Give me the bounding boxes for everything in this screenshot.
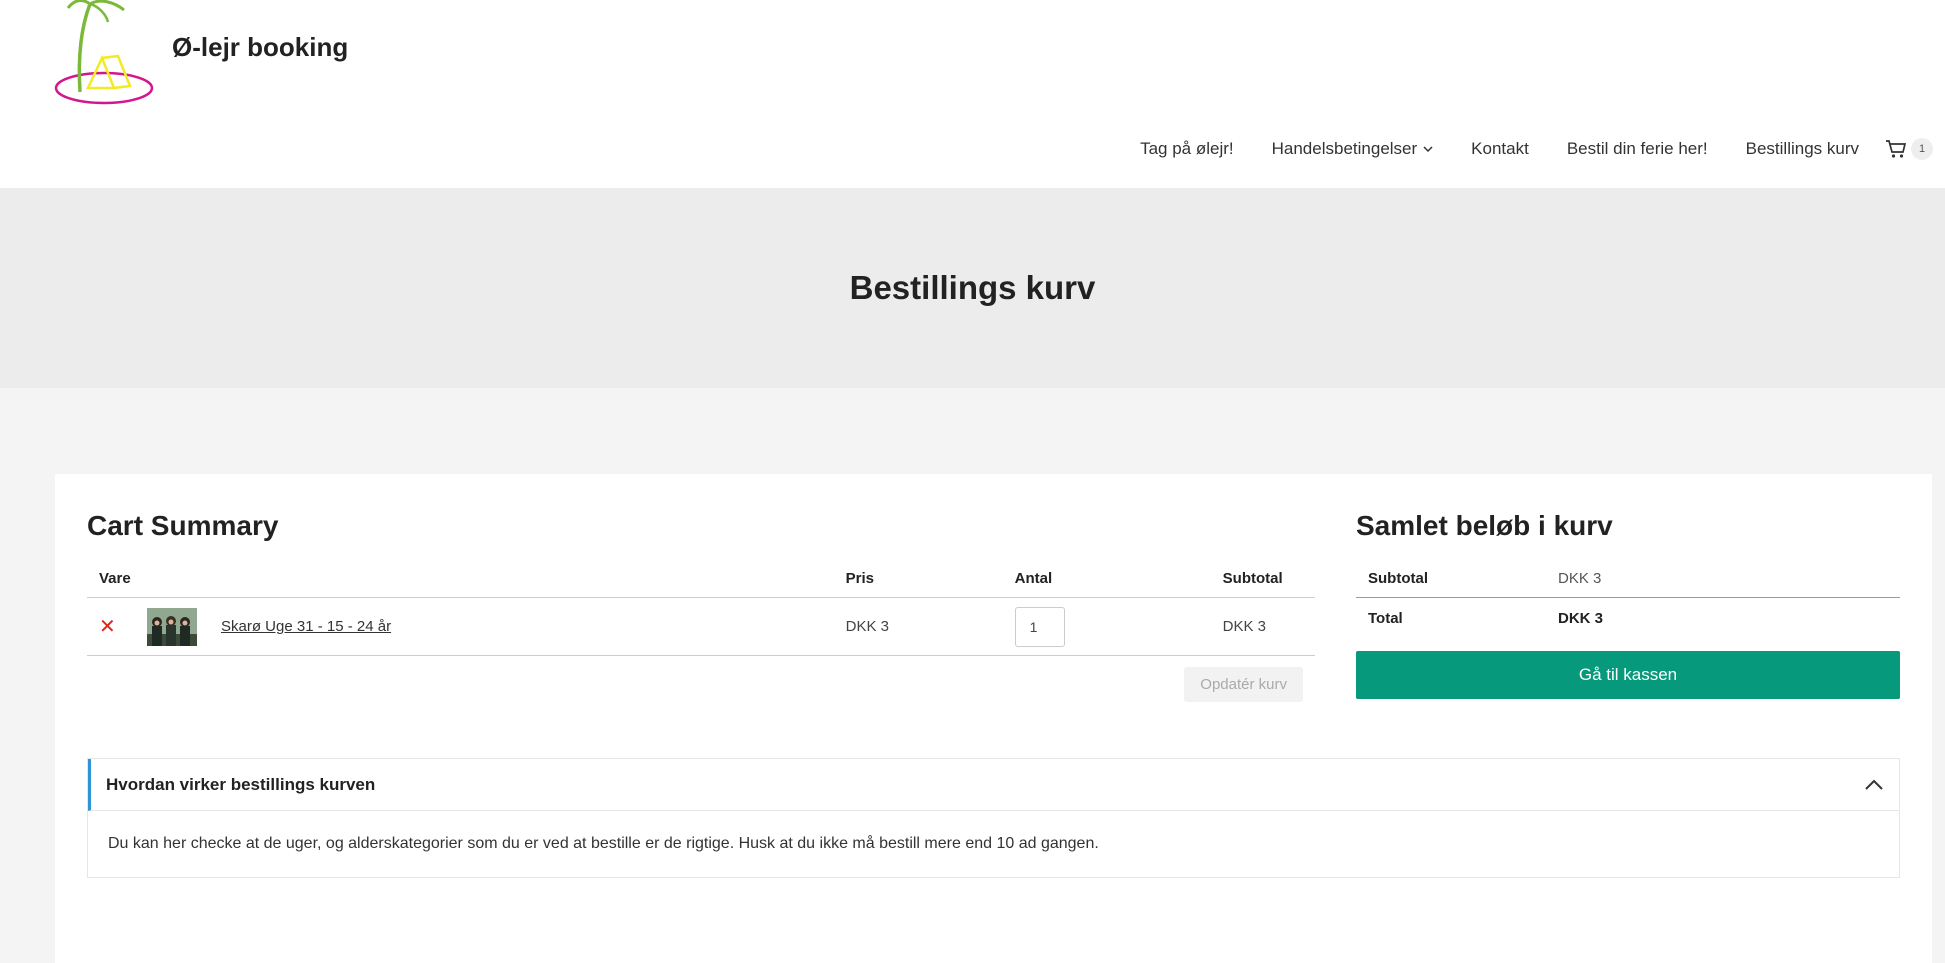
cart-card: Cart Summary Vare Pris Antal Subtotal ✕	[55, 474, 1932, 963]
cart-icon	[1886, 140, 1907, 158]
nav-item-kontakt[interactable]: Kontakt	[1471, 139, 1529, 159]
checkout-button[interactable]: Gå til kassen	[1356, 651, 1900, 699]
nav-item-tag-paa-oelejr[interactable]: Tag på ølejr!	[1140, 139, 1234, 159]
remove-icon[interactable]: ✕	[99, 616, 116, 638]
thumbnail-cell	[135, 597, 209, 656]
nav-item-bestil[interactable]: Bestil din ferie her!	[1567, 139, 1708, 159]
page-hero: Bestillings kurv	[0, 188, 1945, 388]
cart-summary: Cart Summary Vare Pris Antal Subtotal ✕	[87, 510, 1315, 702]
total-value: DKK 3	[1558, 610, 1604, 627]
column-header-product: Vare	[87, 556, 834, 598]
cart-totals: Samlet beløb i kurv Subtotal DKK 3 Total…	[1356, 510, 1900, 699]
main-nav: Tag på ølejr! Handelsbetingelser Kontakt…	[1102, 134, 1933, 164]
subtotal-label: Subtotal	[1356, 556, 1546, 598]
update-cart-button[interactable]: Opdatér kurv	[1184, 667, 1303, 702]
nav-item-label: Handelsbetingelser	[1271, 139, 1418, 158]
accordion-body: Du kan her checke at de uger, og aldersk…	[108, 835, 1099, 852]
total-label: Total	[1368, 610, 1403, 627]
product-price: DKK 3	[833, 597, 1003, 656]
site-header: Ø-lejr booking Tag på ølejr! Handelsbeti…	[0, 0, 1945, 188]
nav-item-handelsbetingelser[interactable]: Handelsbetingelser	[1272, 139, 1434, 159]
total-row: Total DKK 3	[1356, 598, 1900, 638]
chevron-up-icon[interactable]	[1865, 779, 1883, 790]
site-title[interactable]: Ø-lejr booking	[172, 32, 348, 63]
product-name-cell: Skarø Uge 31 - 15 - 24 år	[209, 597, 834, 656]
accordion-header[interactable]: Hvordan virker bestillings kurven	[88, 759, 1899, 811]
cart-count-badge: 1	[1911, 138, 1933, 160]
product-thumbnail[interactable]	[147, 607, 197, 646]
cart-totals-title: Samlet beløb i kurv	[1356, 510, 1613, 541]
column-header-price: Pris	[833, 556, 1003, 598]
product-link[interactable]: Skarø Uge 31 - 15 - 24 år	[221, 618, 391, 635]
cart-actions: Opdatér kurv	[87, 667, 1315, 702]
table-row: ✕ Skarø Uge 31 - 15 - 24 år DKK 3 1 DKK …	[87, 597, 1315, 656]
column-header-subtotal: Subtotal	[1210, 556, 1315, 598]
subtotal-row: Subtotal DKK 3	[1356, 556, 1900, 598]
nav-item-bestillings-kurv[interactable]: Bestillings kurv	[1746, 139, 1859, 159]
remove-cell: ✕	[87, 597, 135, 656]
quantity-input[interactable]	[1014, 606, 1065, 647]
subtotal-value: DKK 3	[1546, 556, 1900, 598]
cart-summary-title: Cart Summary	[87, 510, 279, 541]
chevron-down-icon	[1423, 145, 1433, 152]
palm-island-logo[interactable]	[52, 0, 160, 112]
info-accordion: Hvordan virker bestillings kurven Du kan…	[87, 758, 1900, 878]
totals-table: Subtotal DKK 3 Total DKK 3	[1356, 556, 1900, 637]
quantity-cell	[1002, 597, 1211, 656]
cart-table: Vare Pris Antal Subtotal ✕ Skarø Uge 31 …	[87, 556, 1315, 656]
accordion-title: Hvordan virker bestillings kurven	[106, 774, 376, 794]
column-header-quantity: Antal	[1002, 556, 1211, 598]
header-cart-button[interactable]: 1	[1885, 138, 1933, 160]
page-title: Bestillings kurv	[849, 269, 1096, 306]
product-subtotal: DKK 3	[1210, 597, 1315, 656]
